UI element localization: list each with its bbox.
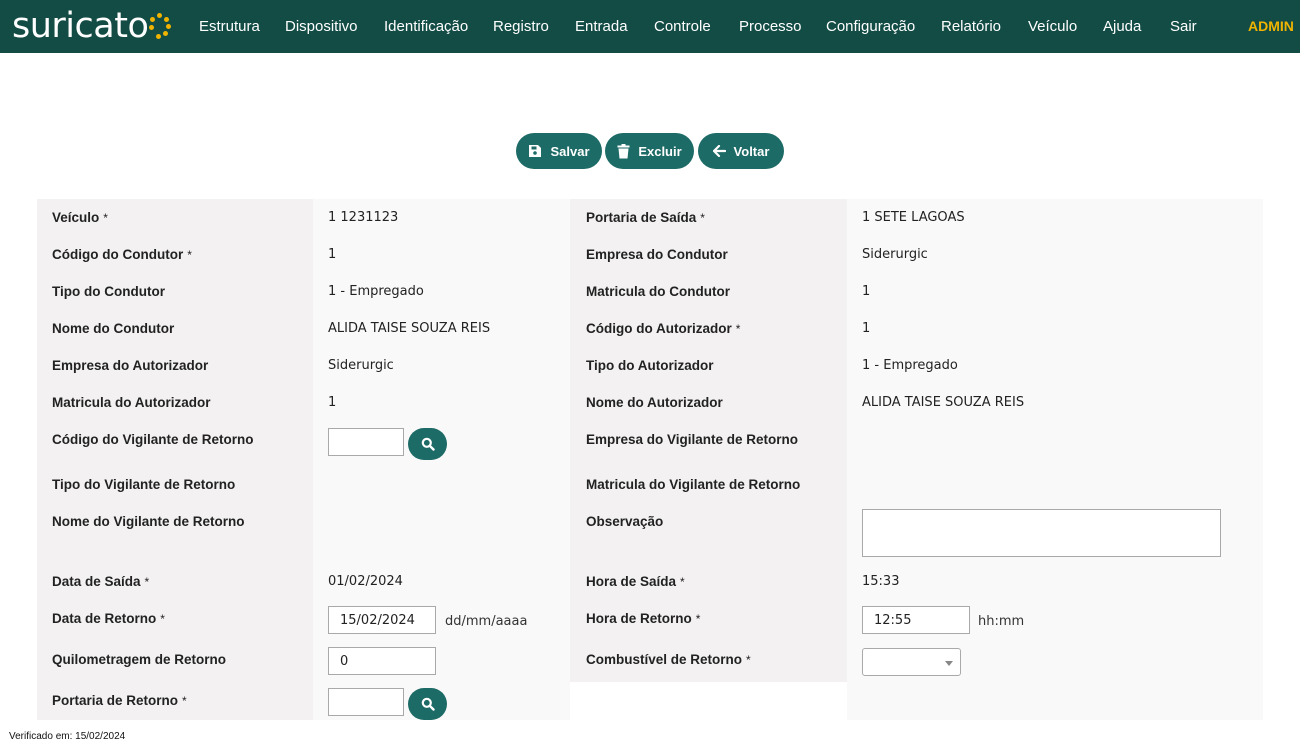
- menu-item-registro[interactable]: Registro: [493, 18, 549, 35]
- label-nome-autorizador: Nome do Autorizador: [586, 395, 723, 410]
- label-empresa-autorizador: Empresa do Autorizador: [52, 358, 209, 373]
- value-veiculo: 1 1231123: [328, 210, 399, 225]
- left-label-column: [37, 199, 313, 720]
- label-quilometragem: Quilometragem de Retorno: [52, 652, 227, 667]
- back-button[interactable]: Voltar: [698, 133, 784, 169]
- label-observacao: Observação: [586, 514, 664, 529]
- menu-item-processo[interactable]: Processo: [739, 18, 802, 35]
- label-hora-retorno: Hora de Retorno *: [586, 611, 701, 626]
- menu-item-estrutura[interactable]: Estrutura: [199, 18, 260, 35]
- search-vigilante-button[interactable]: [408, 428, 447, 460]
- user-name[interactable]: ADMIN: [1248, 18, 1294, 34]
- label-portaria-retorno: Portaria de Retorno *: [52, 693, 187, 708]
- top-navbar: suricato Estrutura Dispositivo Identific…: [0, 0, 1300, 53]
- label-empresa-vigilante: Empresa do Vigilante de Retorno: [586, 432, 799, 447]
- menu-item-ajuda[interactable]: Ajuda: [1103, 18, 1141, 35]
- label-combustivel: Combustível de Retorno *: [586, 652, 751, 667]
- label-codigo-vigilante: Código do Vigilante de Retorno: [52, 432, 254, 447]
- floppy-disk-icon: [529, 145, 542, 157]
- value-tipo-autorizador: 1 - Empregado: [862, 358, 958, 373]
- value-empresa-condutor: Siderurgic: [862, 247, 928, 262]
- suricato-logo[interactable]: suricato: [12, 4, 172, 48]
- label-tipo-vigilante: Tipo do Vigilante de Retorno: [52, 477, 236, 492]
- verification-footer: Verificado em: 15/02/2024: [9, 731, 126, 742]
- trash-icon: [617, 143, 630, 158]
- menu-item-relatorio[interactable]: Relatório: [941, 18, 1001, 35]
- label-codigo-autorizador: Código do Autorizador *: [586, 321, 741, 336]
- label-portaria-saida: Portaria de Saída *: [586, 210, 705, 225]
- portaria-retorno-input[interactable]: [328, 688, 404, 716]
- label-matricula-autorizador: Matricula do Autorizador: [52, 395, 211, 410]
- delete-button[interactable]: Excluir: [605, 133, 694, 169]
- value-matricula-autorizador: 1: [328, 395, 337, 410]
- label-hora-saida: Hora de Saída *: [586, 574, 685, 589]
- delete-button-label: Excluir: [638, 143, 682, 159]
- search-icon: [421, 697, 435, 711]
- label-matricula-condutor: Matricula do Condutor: [586, 284, 730, 299]
- menu-item-dispositivo[interactable]: Dispositivo: [285, 18, 358, 35]
- menu-item-identificacao[interactable]: Identificação: [384, 18, 468, 35]
- right-value-column: [847, 199, 1263, 720]
- time-format-hint: hh:mm: [978, 614, 1025, 629]
- label-veiculo: Veículo *: [52, 210, 108, 225]
- save-button-label: Salvar: [550, 143, 590, 159]
- label-tipo-autorizador: Tipo do Autorizador: [586, 358, 714, 373]
- observacao-textarea[interactable]: [862, 509, 1221, 557]
- save-button[interactable]: Salvar: [516, 133, 602, 169]
- value-data-saida: 01/02/2024: [328, 574, 403, 589]
- quilometragem-input[interactable]: 0: [328, 647, 436, 675]
- left-value-column: [313, 199, 570, 720]
- label-matricula-vigilante: Matricula do Vigilante de Retorno: [586, 477, 801, 492]
- value-portaria-saida: 1 SETE LAGOAS: [862, 210, 965, 225]
- label-nome-condutor: Nome do Condutor: [52, 321, 175, 336]
- value-matricula-condutor: 1: [862, 284, 871, 299]
- value-nome-autorizador: ALIDA TAISE SOUZA REIS: [862, 395, 1025, 410]
- codigo-vigilante-input[interactable]: [328, 428, 404, 456]
- menu-item-controle[interactable]: Controle: [654, 18, 711, 35]
- label-data-saida: Data de Saída *: [52, 574, 150, 589]
- menu-item-sair[interactable]: Sair: [1170, 18, 1197, 35]
- combustivel-select[interactable]: [862, 648, 961, 676]
- logo-dots-icon: [149, 11, 172, 41]
- label-nome-vigilante: Nome do Vigilante de Retorno: [52, 514, 245, 529]
- label-empresa-condutor: Empresa do Condutor: [586, 247, 728, 262]
- arrow-left-icon: [712, 145, 726, 157]
- date-format-hint: dd/mm/aaaa: [445, 614, 528, 629]
- label-codigo-condutor: Código do Condutor *: [52, 247, 192, 262]
- menu-item-configuracao[interactable]: Configuração: [826, 18, 915, 35]
- logo-text: suricato: [12, 5, 149, 46]
- value-nome-condutor: ALIDA TAISE SOUZA REIS: [328, 321, 491, 336]
- back-button-label: Voltar: [733, 143, 770, 159]
- value-tipo-condutor: 1 - Empregado: [328, 284, 424, 299]
- search-portaria-button[interactable]: [408, 688, 447, 720]
- menu-item-veiculo[interactable]: Veículo: [1028, 18, 1077, 35]
- label-tipo-condutor: Tipo do Condutor: [52, 284, 165, 299]
- hora-retorno-input[interactable]: 12:55: [862, 606, 970, 634]
- menu-item-entrada[interactable]: Entrada: [575, 18, 628, 35]
- value-codigo-condutor: 1: [328, 247, 337, 262]
- value-empresa-autorizador: Siderurgic: [328, 358, 394, 373]
- label-data-retorno: Data de Retorno *: [52, 611, 165, 626]
- data-retorno-input[interactable]: 15/02/2024: [328, 606, 436, 634]
- search-icon: [421, 437, 435, 451]
- caret-down-icon: [945, 661, 953, 666]
- value-codigo-autorizador: 1: [862, 321, 871, 336]
- value-hora-saida: 15:33: [862, 574, 900, 589]
